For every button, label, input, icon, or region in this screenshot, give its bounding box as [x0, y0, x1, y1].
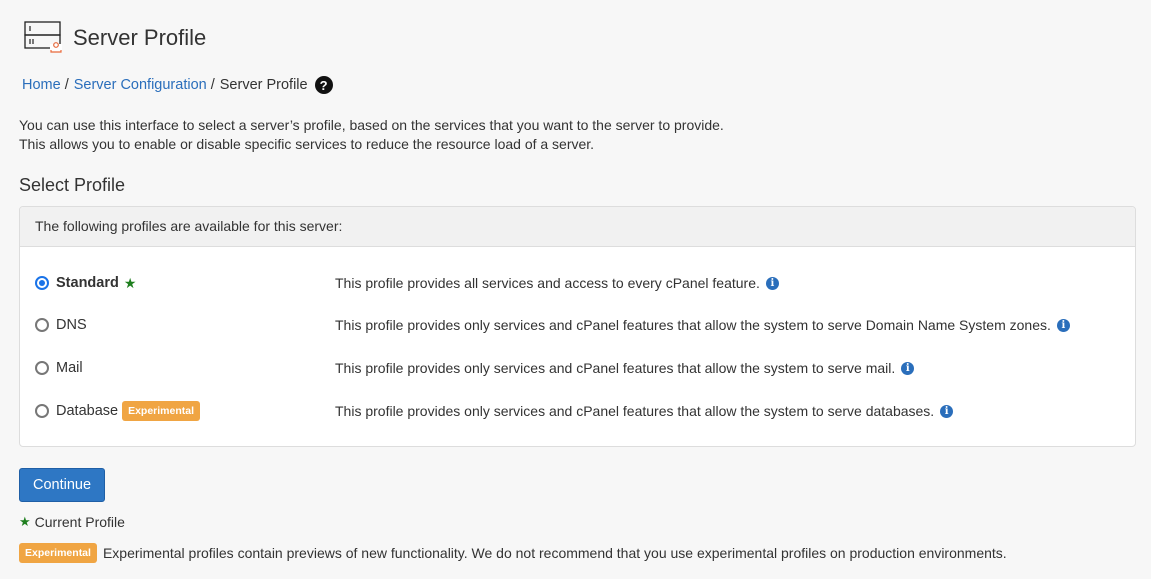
profile-description-standard: This profile provides all services and a…	[335, 275, 779, 291]
server-profile-icon	[24, 21, 62, 53]
profile-row-mail: Mail This profile provides only services…	[20, 356, 1135, 380]
breadcrumb-current: Server Profile	[219, 77, 308, 93]
profile-label-database[interactable]: Database Experimental	[56, 401, 201, 421]
profile-row-standard: Standard ★ This profile provides all ser…	[20, 271, 1135, 295]
legend-experimental: Experimental Experimental profiles conta…	[19, 543, 1007, 563]
breadcrumb-home[interactable]: Home	[22, 77, 61, 93]
info-icon[interactable]: i	[940, 404, 954, 418]
legend-experimental-text: Experimental profiles contain previews o…	[102, 545, 1007, 561]
page-title: Server Profile	[73, 25, 207, 50]
legend-current-profile: ★ Current Profile	[19, 514, 125, 530]
info-icon[interactable]: i	[1056, 318, 1070, 332]
description-text: This profile provides only services and …	[335, 403, 935, 419]
continue-button[interactable]: Continue	[19, 468, 105, 502]
profile-label-mail[interactable]: Mail	[56, 360, 83, 376]
experimental-badge: Experimental	[19, 543, 97, 563]
current-profile-star-icon: ★	[123, 274, 137, 291]
star-icon: ★	[19, 514, 31, 529]
intro-text: You can use this interface to select a s…	[19, 116, 724, 154]
profile-description-mail: This profile provides only services and …	[335, 360, 915, 376]
profile-description-dns: This profile provides only services and …	[335, 317, 1070, 333]
profile-row-dns: DNS This profile provides only services …	[20, 313, 1135, 337]
profile-description-database: This profile provides only services and …	[335, 403, 954, 419]
profile-row-database: Database Experimental This profile provi…	[20, 399, 1135, 423]
profile-name: Database	[56, 403, 119, 419]
radio-database[interactable]	[35, 404, 49, 418]
help-icon[interactable]: ?	[314, 76, 333, 94]
description-text: This profile provides only services and …	[335, 317, 1051, 333]
description-text: This profile provides only services and …	[335, 360, 896, 376]
intro-line-1: You can use this interface to select a s…	[19, 117, 724, 133]
experimental-badge: Experimental	[122, 401, 201, 421]
server-profile-page: Server Profile Home / Server Configurati…	[0, 0, 1151, 579]
breadcrumb-separator: /	[64, 77, 69, 93]
profile-label-dns[interactable]: DNS	[56, 317, 87, 333]
breadcrumb-separator: /	[210, 77, 215, 93]
page-header: Server Profile	[22, 20, 206, 56]
radio-mail[interactable]	[35, 361, 49, 375]
profiles-panel: The following profiles are available for…	[19, 206, 1136, 447]
info-icon[interactable]: i	[901, 361, 915, 375]
description-text: This profile provides all services and a…	[335, 275, 760, 291]
profile-label-standard[interactable]: Standard ★	[56, 275, 136, 292]
radio-standard[interactable]	[35, 276, 49, 290]
intro-line-2: This allows you to enable or disable spe…	[19, 136, 595, 152]
info-icon[interactable]: i	[765, 276, 779, 290]
profile-name: Standard	[56, 275, 119, 291]
section-title: Select Profile	[19, 175, 126, 195]
panel-heading: The following profiles are available for…	[20, 207, 1135, 247]
breadcrumb-server-configuration[interactable]: Server Configuration	[74, 77, 207, 93]
breadcrumb: Home / Server Configuration / Server Pro…	[22, 76, 333, 94]
radio-dns[interactable]	[35, 318, 49, 332]
legend-current-profile-text: Current Profile	[34, 514, 125, 530]
